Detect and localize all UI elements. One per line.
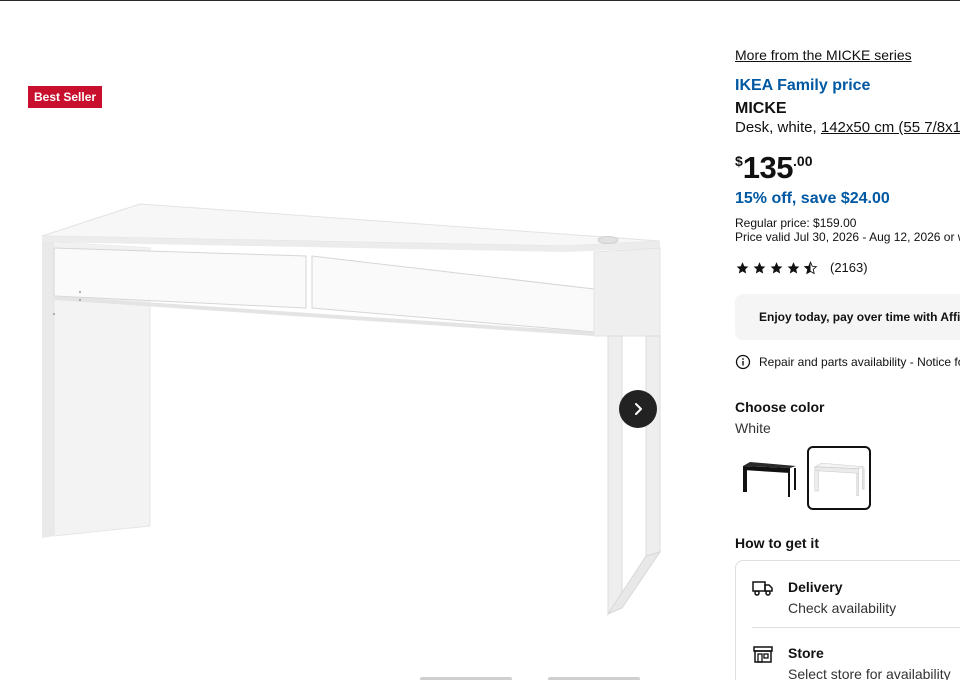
store-subtitle: Select store for availability [788, 666, 951, 680]
next-image-button[interactable] [619, 390, 657, 428]
rating[interactable]: (2163) [735, 260, 868, 275]
product-image[interactable] [30, 196, 670, 626]
black-desk-thumbnail [743, 462, 796, 497]
color-swatch-white[interactable] [807, 446, 871, 510]
store-icon [753, 646, 773, 663]
chevron-right-icon [635, 403, 642, 415]
color-title: Choose color [735, 399, 825, 415]
star-icon [787, 261, 800, 274]
store-option[interactable]: Store Select store for availability [736, 627, 960, 680]
family-price-label: IKEA Family price [735, 77, 871, 94]
repair-text: Repair and parts availability - Notice f… [759, 355, 960, 369]
star-icon [736, 261, 749, 274]
description-text: Desk, white, [735, 119, 821, 136]
half-star-icon [803, 260, 818, 274]
price-validity: Price valid Jul 30, 2026 - Aug 12, 2026 … [735, 230, 960, 244]
discount-text: 15% off, save $24.00 [735, 190, 890, 207]
price: $135.00 [735, 150, 813, 186]
star-icon [753, 261, 766, 274]
delivery-title: Delivery [788, 579, 843, 595]
product-name: MICKE [735, 100, 787, 117]
info-icon [735, 354, 751, 370]
rating-count: (2163) [830, 260, 868, 275]
truck-icon [752, 581, 773, 596]
price-decimals: .00 [793, 153, 813, 169]
store-title: Store [788, 645, 824, 661]
pay-banner-text: Enjoy today, pay over time with Affirm [759, 310, 960, 324]
color-swatch-black[interactable] [737, 446, 801, 510]
repair-notice[interactable]: Repair and parts availability - Notice f… [735, 354, 960, 370]
star-icon [770, 261, 783, 274]
pay-over-time-banner[interactable]: Enjoy today, pay over time with Affirm [735, 294, 960, 340]
price-currency: $ [735, 153, 743, 169]
regular-price: Regular price: $159.00 [735, 216, 857, 230]
how-to-get-it-title: How to get it [735, 535, 819, 551]
product-description: Desk, white, 142x50 cm (55 7/8x19 5/8") [735, 119, 960, 136]
delivery-subtitle: Check availability [788, 600, 897, 616]
best-seller-badge: Best Seller [28, 86, 103, 108]
fulfilment-options: Delivery Check availability Store Select… [735, 560, 960, 680]
color-selected-value: White [735, 420, 771, 436]
delivery-option[interactable]: Delivery Check availability [736, 561, 960, 628]
series-link[interactable]: More from the MICKE series [735, 47, 912, 63]
price-integer: 135 [742, 150, 794, 185]
product-info-panel: More from the MICKE series IKEA Family p… [735, 0, 960, 680]
white-desk-thumbnail [813, 462, 865, 496]
size-link[interactable]: 142x50 cm (55 7/8x19 5/8") [821, 119, 960, 136]
rating-stars [735, 260, 818, 275]
product-gallery: Best Seller [0, 1, 700, 680]
